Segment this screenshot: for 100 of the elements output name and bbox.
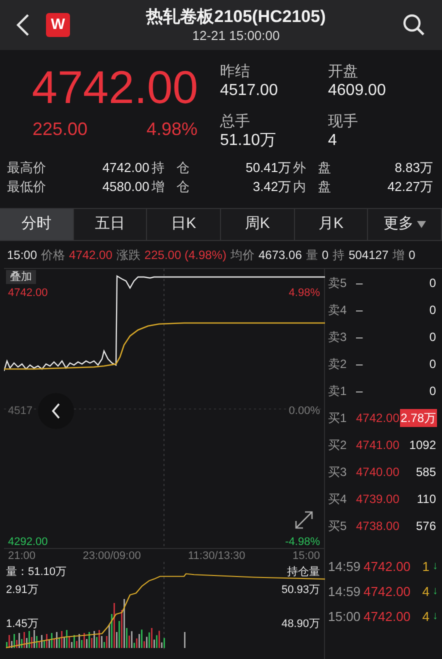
stat-label: 内盘	[293, 178, 336, 196]
stat-label: 最高价	[7, 159, 47, 177]
stat-value: 8.83万	[394, 159, 434, 177]
field-value: 4517.00	[220, 81, 279, 100]
stat-value: 4742.00	[101, 159, 150, 177]
info-text: 均价	[230, 246, 254, 264]
trade-volume: 4	[422, 608, 430, 626]
stat-value: 42.27万	[386, 178, 434, 196]
book-price: –	[356, 274, 364, 292]
chart-tab[interactable]: 更多	[368, 209, 442, 240]
time-label: 15:00	[292, 549, 320, 562]
info-text: 0	[322, 246, 329, 264]
volume-axis-label: 2.91万	[6, 583, 38, 598]
search-icon[interactable]	[402, 13, 426, 37]
percent-change: 4.98%	[146, 118, 198, 141]
book-price: –	[356, 356, 364, 372]
expand-icon[interactable]	[294, 510, 314, 530]
trade-time: 15:00	[328, 608, 361, 626]
field-label: 昨结	[220, 62, 251, 81]
stat-value: 3.42万	[252, 178, 292, 196]
book-price: –	[356, 302, 364, 318]
book-price: –	[356, 382, 364, 400]
book-label: 卖5	[328, 274, 348, 292]
book-volume: 1092	[408, 436, 437, 454]
chart-tab[interactable]: 五日	[74, 209, 148, 240]
axis-label: 4.98%	[288, 286, 320, 301]
trade-volume: 4	[422, 582, 430, 601]
volume-axis-label: 50.93万	[281, 583, 320, 598]
info-text: 价格	[41, 246, 66, 264]
book-label: 买1	[328, 410, 348, 426]
chevron-icon	[51, 403, 61, 419]
trade-direction: ↓	[432, 584, 438, 600]
book-label: 买5	[328, 518, 348, 534]
book-label: 卖1	[328, 382, 348, 400]
info-text: 量	[306, 246, 318, 264]
book-volume: 585	[414, 464, 437, 480]
book-price: 4742.00	[356, 410, 400, 426]
book-price: 4739.00	[356, 490, 400, 508]
book-label: 买2	[328, 436, 348, 454]
field-label: 总手	[220, 112, 251, 131]
axis-label: -4.98%	[285, 534, 320, 550]
axis-label: 0.00%	[288, 404, 320, 419]
chart-tab[interactable]: 月K	[294, 209, 368, 240]
field-value: 4	[328, 131, 338, 150]
book-volume: 0	[428, 302, 437, 318]
volume-axis-label: 持仓量	[287, 565, 320, 580]
contract-title: 热轧卷板2105(HC2105)	[146, 6, 326, 28]
time-label: 11:30/13:30	[188, 549, 246, 562]
book-volume: 0	[428, 356, 437, 372]
back-button[interactable]	[38, 393, 74, 429]
book-volume: 0	[428, 328, 437, 346]
info-text: 0	[408, 246, 416, 264]
info-text: 4673.06	[258, 246, 302, 264]
stat-label: 最低价	[7, 178, 47, 196]
book-label: 卖3	[328, 328, 348, 346]
book-label: 卖2	[328, 356, 348, 372]
quote-time: 12-21 15:00:00	[192, 28, 280, 44]
volume-axis-label: 48.90万	[281, 617, 320, 632]
volume-axis-label: 量：51.10万	[6, 565, 67, 580]
info-text: 504127	[348, 246, 389, 264]
chart-tab[interactable]: 分时	[0, 209, 74, 240]
price-change: 225.00	[32, 118, 88, 141]
book-price: –	[356, 328, 364, 346]
stat-value: 4580.00	[101, 178, 150, 196]
field-value: 4609.00	[328, 81, 387, 100]
app-logo: W	[46, 13, 70, 37]
stat-label: 增仓	[151, 178, 194, 196]
trade-direction: ↓	[432, 609, 438, 624]
trade-price: 4742.00	[364, 558, 412, 576]
chart-tab[interactable]: 日K	[147, 209, 222, 240]
info-text: 涨跌	[116, 246, 140, 264]
axis-label: 4517	[8, 404, 32, 419]
info-text: 增	[392, 246, 405, 264]
last-price: 4742.00	[32, 60, 198, 114]
trade-direction: ↓	[432, 559, 438, 574]
book-volume: 0	[428, 382, 437, 400]
book-volume: 0	[428, 274, 437, 292]
book-label: 卖4	[328, 302, 348, 318]
overlay-button[interactable]: 叠加	[6, 270, 36, 284]
trade-price: 4742.00	[364, 608, 412, 626]
field-value: 51.10万	[220, 131, 278, 150]
time-label: 23:00/09:00	[82, 549, 141, 562]
trade-time: 14:59	[328, 582, 361, 601]
info-text: 持	[332, 246, 345, 264]
field-label: 开盘	[328, 62, 359, 81]
book-label: 买3	[328, 464, 348, 480]
axis-label: 4292.00	[8, 534, 48, 550]
volume-axis-label: 1.45万	[6, 617, 38, 632]
back-icon[interactable]	[16, 13, 30, 37]
book-price: 4741.00	[356, 436, 400, 454]
chart-tab[interactable]: 周K	[221, 209, 295, 240]
info-text: 15:00	[7, 246, 38, 264]
trade-price: 4742.00	[364, 582, 412, 601]
stat-label: 外盘	[293, 159, 336, 177]
book-volume: 576	[414, 518, 437, 534]
book-price: 4740.00	[356, 464, 400, 480]
axis-label: 4742.00	[8, 286, 48, 301]
book-label: 买4	[328, 490, 348, 508]
trade-volume: 1	[422, 558, 430, 576]
book-volume: 110	[416, 490, 437, 508]
